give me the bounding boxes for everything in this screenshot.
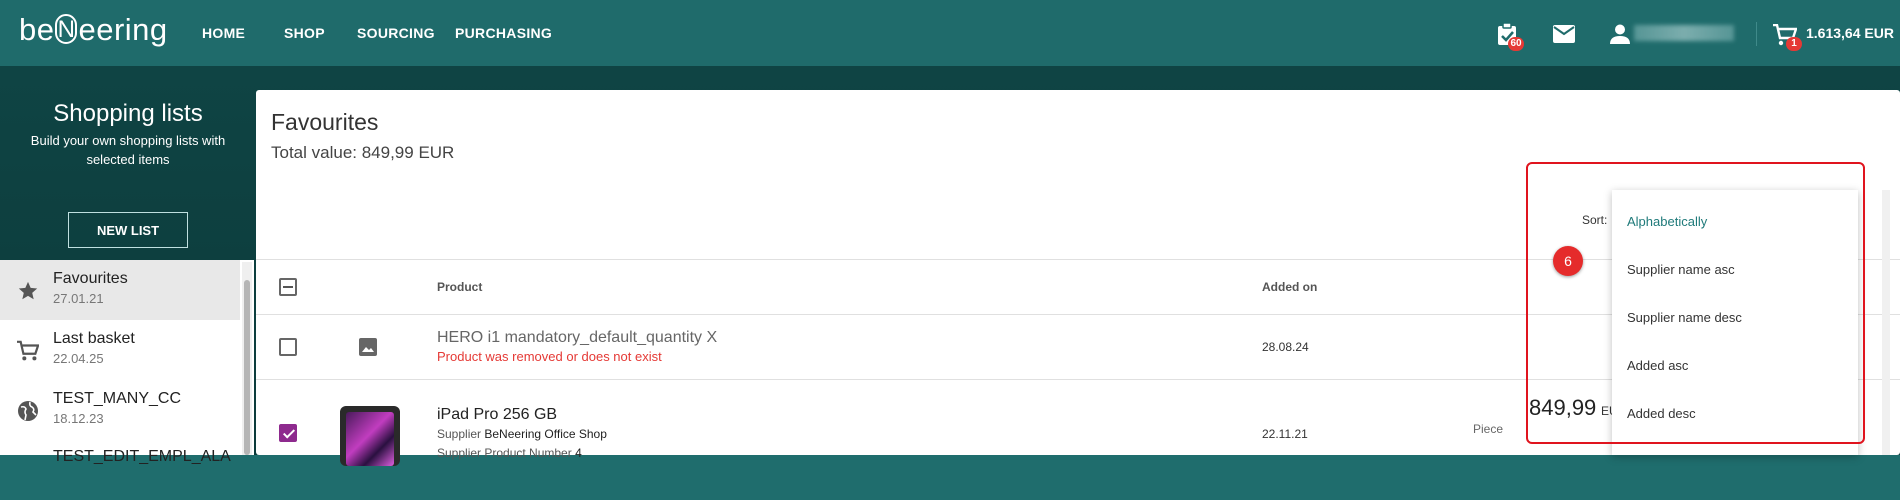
list-item-name: Favourites (53, 270, 128, 287)
beneering-logo[interactable]: be Neering (19, 12, 168, 48)
select-all-checkbox[interactable] (279, 278, 297, 296)
sidebar-subtitle: Build your own shopping lists with selec… (30, 133, 226, 167)
row-checkbox[interactable] (279, 338, 297, 356)
tasks-badge: 60 (1508, 37, 1524, 51)
list-item-date: 18.12.23 (53, 411, 104, 426)
column-added-on[interactable]: Added on (1262, 280, 1317, 294)
mail-icon[interactable] (1553, 25, 1575, 48)
nav-sourcing[interactable]: SOURCING (357, 25, 435, 41)
list-item-name: Last basket (53, 330, 135, 347)
page-scrollbar[interactable] (1882, 190, 1890, 455)
nav-purchasing[interactable]: PURCHASING (455, 25, 552, 41)
added-on-date: 22.11.21 (1262, 427, 1308, 441)
cart-badge: 1 (1786, 37, 1802, 51)
column-product[interactable]: Product (437, 280, 482, 294)
user-name-redacted[interactable] (1634, 25, 1734, 41)
nav-home[interactable]: HOME (202, 25, 245, 41)
list-item-name: TEST_EDIT_EMPL_ALA (53, 448, 231, 465)
annotation-number: 6 (1553, 246, 1583, 276)
list-item-date: 22.04.25 (53, 351, 104, 366)
sidebar-title: Shopping lists (53, 100, 203, 127)
product-error: Product was removed or does not exist (437, 349, 662, 364)
cart-total[interactable]: 1.613,64 EUR (1806, 25, 1894, 41)
sidebar-scroll-thumb[interactable] (244, 280, 250, 455)
total-value: Total value: 849,99 EUR (271, 143, 455, 162)
list-item-test-edit-empl[interactable]: TEST_EDIT_EMPL_ALA (0, 440, 240, 500)
product-name[interactable]: iPad Pro 256 GB (437, 406, 557, 424)
nav-shop[interactable]: SHOP (284, 25, 325, 41)
supplier-product-number: Supplier Product Number 4 (437, 446, 582, 460)
globe-icon (17, 400, 39, 422)
header-divider (1756, 22, 1757, 46)
annotation-highlight (1526, 162, 1865, 444)
cart-icon (17, 340, 40, 362)
star-icon (17, 280, 39, 302)
product-name[interactable]: HERO i1 mandatory_default_quantity X (437, 329, 717, 347)
user-icon[interactable] (1610, 24, 1630, 49)
list-item-test-many-cc[interactable]: TEST_MANY_CC 18.12.23 (0, 380, 240, 440)
unit-label: Piece (1473, 422, 1504, 436)
list-item-last-basket[interactable]: Last basket 22.04.25 (0, 320, 240, 380)
product-supplier: Supplier BeNeering Office Shop (437, 427, 607, 441)
list-item-date: 27.01.21 (53, 291, 104, 306)
list-item-favourites[interactable]: Favourites 27.01.21 (0, 260, 240, 320)
page-title: Favourites (271, 109, 379, 135)
added-on-date: 28.08.24 (1262, 340, 1309, 354)
image-placeholder-icon (359, 338, 377, 361)
list-item-name: TEST_MANY_CC (53, 390, 182, 407)
new-list-button[interactable]: NEW LIST (68, 212, 188, 248)
row-checkbox[interactable] (279, 424, 297, 442)
product-image[interactable] (340, 406, 400, 466)
